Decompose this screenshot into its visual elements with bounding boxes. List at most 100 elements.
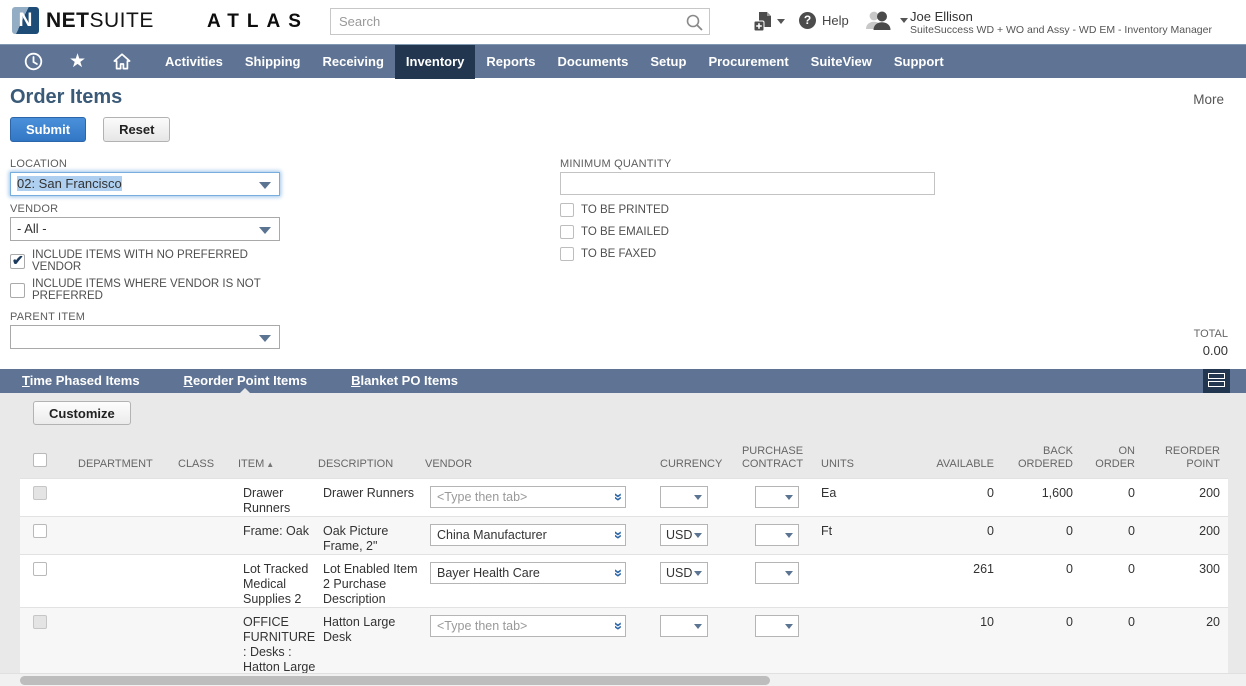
customize-button[interactable]: Customize	[33, 401, 131, 425]
nav-item-setup[interactable]: Setup	[639, 45, 697, 79]
atlas-logo: ATLAS	[207, 11, 309, 33]
cell-units	[815, 554, 910, 607]
cell-on-order: 0	[1080, 554, 1142, 607]
home-icon[interactable]	[112, 52, 132, 71]
tab-blanket-po-items[interactable]: Blanket PO Items	[351, 369, 458, 393]
nav-item-support[interactable]: Support	[883, 45, 955, 79]
reset-button[interactable]: Reset	[103, 117, 170, 142]
purchase-contract-select[interactable]	[755, 562, 799, 584]
combo-double-chevron-icon[interactable]: »	[609, 492, 627, 500]
horizontal-scrollbar[interactable]	[0, 673, 1246, 686]
grid-view-toggle-button[interactable]	[1203, 369, 1230, 393]
include-no-preferred-checkbox[interactable]: ✔	[10, 254, 25, 269]
cell-back-ordered: 0	[1000, 554, 1080, 607]
col-purchase-contract[interactable]: PURCHASE CONTRACT	[730, 440, 815, 478]
nav-item-reports[interactable]: Reports	[475, 45, 546, 79]
vendor-combo-input[interactable]	[430, 486, 626, 508]
col-reorder-point[interactable]: REORDER POINT	[1142, 440, 1228, 478]
minimum-quantity-input[interactable]	[560, 172, 935, 195]
top-header: N NETSUITE ATLAS ? Help Joe Ellison Suit	[0, 0, 1246, 44]
table-row: Lot Tracked Medical Supplies 2 Lot Enabl…	[20, 554, 1228, 607]
currency-select[interactable]: USD	[660, 524, 708, 546]
currency-select[interactable]	[660, 486, 708, 508]
nav-item-shipping[interactable]: Shipping	[234, 45, 312, 79]
to-be-emailed-checkbox[interactable]	[560, 225, 574, 239]
col-item[interactable]: ITEM▲	[238, 440, 318, 478]
cell-available: 0	[910, 478, 1000, 516]
vendor-combo-input[interactable]	[430, 615, 626, 637]
vendor-combo-input[interactable]	[430, 562, 626, 584]
purchase-contract-select[interactable]	[755, 524, 799, 546]
vendor-combo-input[interactable]	[430, 524, 626, 546]
create-new-menu[interactable]	[753, 11, 785, 32]
col-on-order[interactable]: ON ORDER	[1080, 440, 1142, 478]
vendor-select[interactable]: - All -	[10, 217, 280, 241]
cell-units: Ea	[815, 478, 910, 516]
user-menu[interactable]	[862, 8, 908, 32]
nav-item-activities[interactable]: Activities	[154, 45, 234, 79]
cell-department	[68, 478, 178, 516]
col-class[interactable]: CLASS	[178, 440, 238, 478]
location-select[interactable]: 02: San Francisco	[10, 172, 280, 196]
cell-department	[68, 516, 178, 554]
purchase-contract-caret-icon	[785, 571, 793, 576]
search-icon[interactable]	[685, 13, 704, 32]
combo-double-chevron-icon[interactable]: »	[609, 621, 627, 629]
cell-currency: USD	[650, 554, 730, 607]
to-be-printed-checkbox[interactable]	[560, 203, 574, 217]
combo-double-chevron-icon[interactable]: »	[609, 568, 627, 576]
nav-item-suiteview[interactable]: SuiteView	[800, 45, 883, 79]
col-description[interactable]: DESCRIPTION	[318, 440, 425, 478]
cell-description: Lot Enabled Item 2 Purchase Description	[318, 554, 425, 607]
more-link[interactable]: More	[1193, 92, 1224, 107]
to-be-faxed-checkbox[interactable]	[560, 247, 574, 261]
horizontal-scrollbar-thumb[interactable]	[20, 676, 770, 685]
parent-item-select[interactable]	[10, 325, 280, 349]
shortcuts-star-icon[interactable]: ★	[69, 52, 86, 71]
row-checkbox[interactable]	[33, 524, 47, 538]
table-row: Drawer Runners Drawer Runners » Ea 0 1,6…	[20, 478, 1228, 516]
nav-item-documents[interactable]: Documents	[547, 45, 640, 79]
search-input[interactable]	[331, 9, 709, 34]
cell-description: Drawer Runners	[318, 478, 425, 516]
submit-button[interactable]: Submit	[10, 117, 86, 142]
select-all-checkbox[interactable]	[33, 453, 47, 467]
col-vendor[interactable]: VENDOR	[425, 440, 650, 478]
nav-item-inventory[interactable]: Inventory	[395, 45, 476, 79]
row-checkbox[interactable]	[33, 562, 47, 576]
nav-item-procurement[interactable]: Procurement	[697, 45, 799, 79]
recent-records-icon[interactable]	[24, 52, 43, 71]
col-currency[interactable]: CURRENCY	[650, 440, 730, 478]
cell-reorder-point: 200	[1142, 478, 1228, 516]
cell-currency	[650, 478, 730, 516]
combo-double-chevron-icon[interactable]: »	[609, 530, 627, 538]
subtab-bar: Time Phased Items Reorder Point Items Bl…	[0, 369, 1246, 393]
cell-vendor: »	[425, 478, 650, 516]
col-department[interactable]: DEPARTMENT	[68, 440, 178, 478]
page-title: Order Items	[10, 86, 122, 109]
user-avatar-icon	[862, 8, 896, 32]
col-back-ordered[interactable]: BACK ORDERED	[1000, 440, 1080, 478]
nav-menu: ActivitiesShippingReceivingInventoryRepo…	[154, 45, 955, 79]
cell-class	[178, 516, 238, 554]
currency-caret-icon	[694, 533, 702, 538]
include-not-preferred-checkbox[interactable]	[10, 283, 25, 298]
currency-select[interactable]: USD	[660, 562, 708, 584]
cell-reorder-point: 200	[1142, 516, 1228, 554]
user-name: Joe Ellison	[910, 9, 973, 24]
cell-item: Lot Tracked Medical Supplies 2	[238, 554, 318, 607]
purchase-contract-select[interactable]	[755, 615, 799, 637]
currency-select[interactable]	[660, 615, 708, 637]
table-row: Frame: Oak Oak Picture Frame, 2" » USD F…	[20, 516, 1228, 554]
tab-reorder-point-items[interactable]: Reorder Point Items	[184, 369, 308, 393]
netsuite-logo[interactable]: N NETSUITE	[12, 7, 154, 34]
currency-caret-icon	[694, 624, 702, 629]
purchase-contract-select[interactable]	[755, 486, 799, 508]
help-button[interactable]: ? Help	[799, 12, 849, 29]
reorder-point-items-panel: Customize DEPARTMENT CLASS ITEM▲ DESCRIP…	[0, 393, 1246, 686]
nav-item-receiving[interactable]: Receiving	[311, 45, 394, 79]
tab-time-phased-items[interactable]: Time Phased Items	[22, 369, 140, 393]
currency-caret-icon	[694, 571, 702, 576]
col-available[interactable]: AVAILABLE	[910, 440, 1000, 478]
col-units[interactable]: UNITS	[815, 440, 910, 478]
